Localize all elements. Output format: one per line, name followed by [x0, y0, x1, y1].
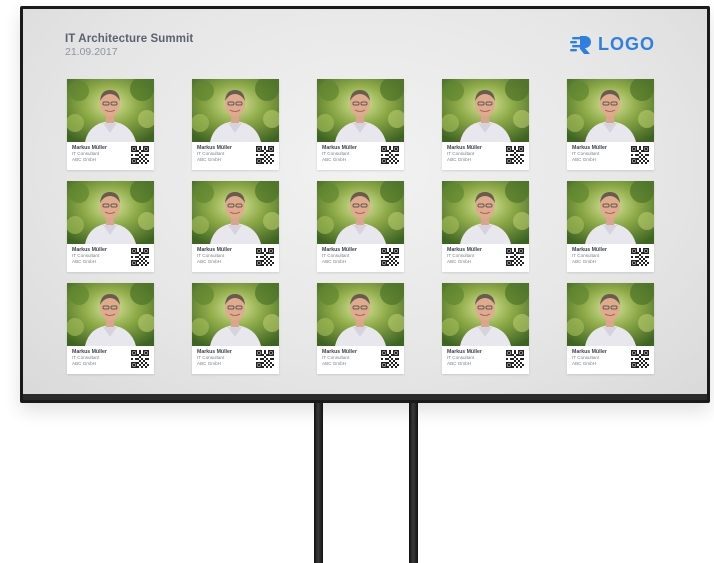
qr-code-icon — [381, 146, 399, 164]
attendee-photo — [192, 181, 279, 244]
attendee-photo — [442, 181, 529, 244]
attendee-company: ABC GmbH — [572, 259, 596, 264]
attendee-card: Markus Müller IT Consultant ABC GmbH — [567, 181, 654, 272]
attendee-role: IT Consultant — [322, 253, 350, 258]
attendee-role: IT Consultant — [197, 253, 225, 258]
attendee-role: IT Consultant — [72, 151, 100, 156]
attendee-card: Markus Müller IT Consultant ABC GmbH — [442, 79, 529, 170]
attendee-role: IT Consultant — [322, 355, 350, 360]
qr-code-icon — [256, 350, 274, 368]
qr-code-icon — [131, 350, 149, 368]
attendee-company: ABC GmbH — [197, 157, 221, 162]
attendee-card: Markus Müller IT Consultant ABC GmbH — [192, 79, 279, 170]
attendee-role: IT Consultant — [447, 151, 475, 156]
attendee-company: ABC GmbH — [447, 259, 471, 264]
attendee-photo — [192, 79, 279, 142]
attendee-card: Markus Müller IT Consultant ABC GmbH — [67, 283, 154, 374]
qr-code-icon — [381, 350, 399, 368]
display-stage: IT Architecture Summit 21.09.2017 LOGO M… — [0, 0, 714, 563]
attendee-card: Markus Müller IT Consultant ABC GmbH — [567, 283, 654, 374]
event-date: 21.09.2017 — [65, 46, 118, 58]
attendee-card: Markus Müller IT Consultant ABC GmbH — [317, 79, 404, 170]
attendee-card: Markus Müller IT Consultant ABC GmbH — [317, 283, 404, 374]
attendee-photo — [567, 181, 654, 244]
attendee-photo — [442, 283, 529, 346]
tv-bezel-bottom — [23, 394, 707, 400]
attendee-role: IT Consultant — [572, 253, 600, 258]
attendee-company: ABC GmbH — [72, 157, 96, 162]
tv-display: IT Architecture Summit 21.09.2017 LOGO M… — [20, 6, 710, 403]
attendee-role: IT Consultant — [197, 151, 225, 156]
attendee-role: IT Consultant — [447, 253, 475, 258]
attendee-company: ABC GmbH — [572, 361, 596, 366]
attendee-photo — [67, 283, 154, 346]
attendee-photo — [317, 283, 404, 346]
qr-code-icon — [381, 248, 399, 266]
attendee-card: Markus Müller IT Consultant ABC GmbH — [192, 283, 279, 374]
attendee-photo — [67, 79, 154, 142]
attendee-company: ABC GmbH — [322, 157, 346, 162]
event-title: IT Architecture Summit — [65, 33, 194, 45]
logo-mark-icon — [570, 35, 591, 54]
attendee-card: Markus Müller IT Consultant ABC GmbH — [317, 181, 404, 272]
attendee-company: ABC GmbH — [322, 361, 346, 366]
attendee-company: ABC GmbH — [322, 259, 346, 264]
qr-code-icon — [256, 146, 274, 164]
attendee-card: Markus Müller IT Consultant ABC GmbH — [192, 181, 279, 272]
qr-code-icon — [506, 350, 524, 368]
stand-leg-left — [314, 403, 323, 563]
attendee-role: IT Consultant — [572, 151, 600, 156]
qr-code-icon — [631, 350, 649, 368]
attendee-role: IT Consultant — [572, 355, 600, 360]
attendee-photo — [317, 79, 404, 142]
attendee-role: IT Consultant — [197, 355, 225, 360]
brand-logo: LOGO — [570, 34, 655, 55]
attendee-photo — [67, 181, 154, 244]
logo-text: LOGO — [598, 34, 655, 54]
qr-code-icon — [506, 146, 524, 164]
qr-code-icon — [256, 248, 274, 266]
attendee-company: ABC GmbH — [72, 259, 96, 264]
attendee-role: IT Consultant — [322, 151, 350, 156]
attendee-photo — [317, 181, 404, 244]
screen: IT Architecture Summit 21.09.2017 LOGO M… — [23, 9, 707, 400]
attendee-role: IT Consultant — [447, 355, 475, 360]
qr-code-icon — [631, 146, 649, 164]
attendee-company: ABC GmbH — [447, 361, 471, 366]
attendee-company: ABC GmbH — [447, 157, 471, 162]
attendee-company: ABC GmbH — [572, 157, 596, 162]
attendee-card: Markus Müller IT Consultant ABC GmbH — [67, 181, 154, 272]
attendee-card: Markus Müller IT Consultant ABC GmbH — [67, 79, 154, 170]
attendee-role: IT Consultant — [72, 253, 100, 258]
qr-code-icon — [506, 248, 524, 266]
stand-leg-right — [409, 403, 418, 563]
attendee-photo — [567, 79, 654, 142]
attendee-company: ABC GmbH — [197, 361, 221, 366]
attendee-card: Markus Müller IT Consultant ABC GmbH — [442, 181, 529, 272]
attendee-role: IT Consultant — [72, 355, 100, 360]
attendee-card: Markus Müller IT Consultant ABC GmbH — [567, 79, 654, 170]
attendee-grid: Markus Müller IT Consultant ABC GmbH Mar… — [67, 79, 654, 374]
attendee-card: Markus Müller IT Consultant ABC GmbH — [442, 283, 529, 374]
attendee-photo — [567, 283, 654, 346]
qr-code-icon — [131, 248, 149, 266]
attendee-photo — [192, 283, 279, 346]
qr-code-icon — [131, 146, 149, 164]
qr-code-icon — [631, 248, 649, 266]
attendee-company: ABC GmbH — [197, 259, 221, 264]
attendee-photo — [442, 79, 529, 142]
attendee-company: ABC GmbH — [72, 361, 96, 366]
